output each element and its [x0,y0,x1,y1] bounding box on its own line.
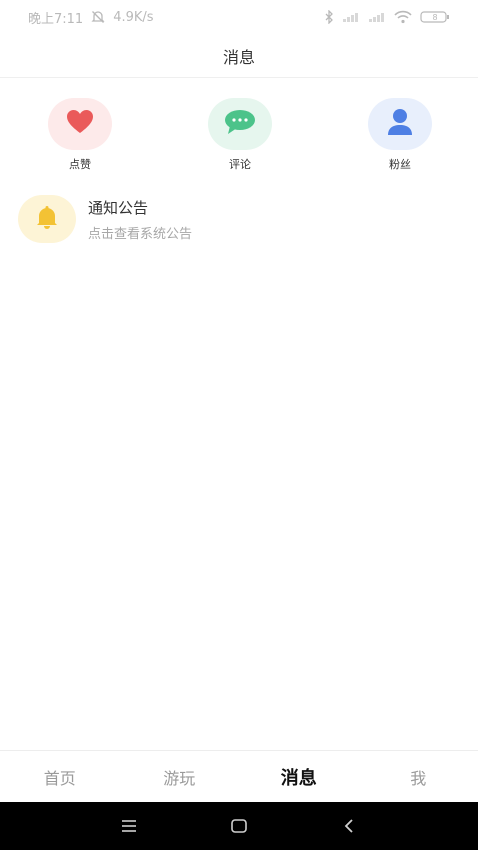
system-nav-bar [0,802,478,850]
comments-button[interactable]: 评论 [205,98,275,172]
tab-messages[interactable]: 消息 [239,764,359,790]
quick-actions: 点赞 评论 粉丝 [0,98,478,178]
notice-subtitle: 点击查看系统公告 [88,226,193,242]
alarm-off-icon [91,10,105,24]
status-time: 晚上7:11 [28,11,84,27]
notice-icon-bubble [18,195,76,243]
wifi-icon [394,10,412,24]
person-icon [387,108,413,140]
status-right: 8 [324,10,450,24]
notice-item[interactable]: 通知公告 点击查看系统公告 [18,194,458,244]
back-icon[interactable] [337,814,361,838]
likes-button[interactable]: 点赞 [45,98,115,172]
notice-title: 通知公告 [88,198,149,217]
menu-icon[interactable] [117,814,141,838]
comments-label: 评论 [229,158,251,171]
notice-texts: 通知公告 点击查看系统公告 [88,197,192,242]
status-bar: 晚上7:11 4.9K/s 8 [0,0,478,34]
tab-me[interactable]: 我 [359,765,478,789]
bell-icon [35,205,59,233]
status-left: 晚上7:11 4.9K/s [28,8,154,27]
likes-label: 点赞 [69,158,91,171]
bluetooth-icon [324,10,334,24]
bottom-tab-bar: 首页 游玩 消息 我 [0,750,478,802]
likes-icon-bubble [48,98,112,150]
signal-icon-2 [368,11,386,23]
fans-label: 粉丝 [389,158,411,171]
network-speed: 4.9K/s [113,9,154,25]
comments-icon-bubble [208,98,272,150]
home-icon[interactable] [227,814,251,838]
page-title: 消息 [222,47,255,67]
header: 消息 [0,34,478,78]
signal-icon [342,11,360,23]
fans-icon-bubble [368,98,432,150]
battery-icon: 8 [420,10,450,24]
chat-bubble-icon [224,109,256,139]
tab-play[interactable]: 游玩 [120,765,240,789]
tab-home[interactable]: 首页 [0,765,120,789]
battery-level: 8 [432,12,438,22]
fans-button[interactable]: 粉丝 [365,98,435,172]
heart-icon [66,109,94,139]
